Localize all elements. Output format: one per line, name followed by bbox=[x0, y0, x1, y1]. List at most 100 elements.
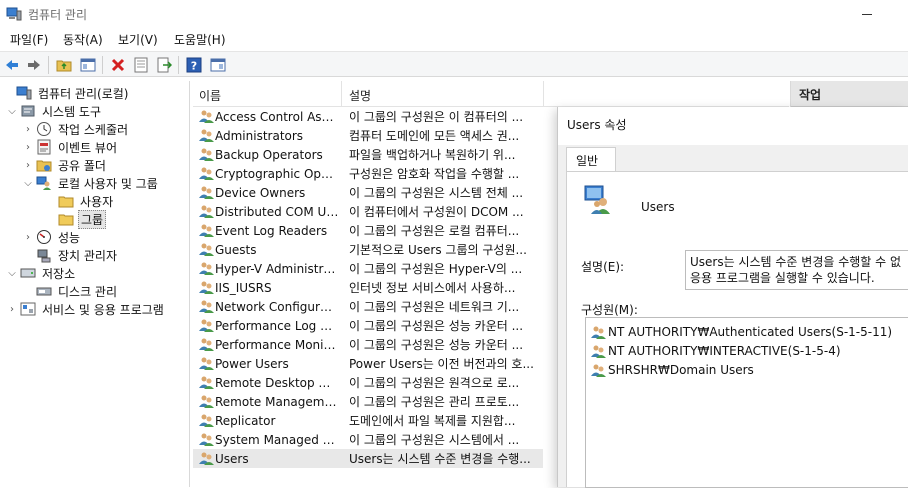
up-folder-icon[interactable] bbox=[54, 55, 74, 75]
chevron-right-icon[interactable]: › bbox=[22, 160, 34, 171]
member-item[interactable]: NT AUTHORITY₩INTERACTIVE(S-1-5-4) bbox=[590, 342, 841, 360]
column-divider[interactable] bbox=[341, 81, 342, 107]
group-description-cell: 이 그룹의 구성원은 원격으로 로... bbox=[349, 376, 520, 390]
table-row[interactable]: IIS_IUSRS 인터넷 정보 서비스에서 사용하... bbox=[193, 278, 543, 297]
user-group-icon bbox=[198, 336, 214, 352]
table-row[interactable]: Remote Management... 이 그룹의 구성원은 관리 프로토... bbox=[193, 392, 543, 411]
export-icon[interactable] bbox=[154, 55, 174, 75]
menu-view[interactable]: 보기(V) bbox=[116, 31, 160, 48]
tree-item-task-scheduler[interactable]: › 작업 스케줄러 bbox=[22, 120, 130, 138]
chevron-right-icon[interactable]: › bbox=[22, 232, 34, 243]
table-row[interactable]: System Managed Acc... 이 그룹의 구성원은 시스템에서 ..… bbox=[193, 430, 543, 449]
toolbar: ? bbox=[0, 51, 908, 77]
menu-help[interactable]: 도움말(H) bbox=[172, 31, 228, 48]
table-row[interactable]: Event Log Readers 이 그룹의 구성원은 로컬 컴퓨터... bbox=[193, 221, 543, 240]
members-list[interactable]: NT AUTHORITY₩Authenticated Users(S-1-5-1… bbox=[585, 317, 908, 488]
group-name-cell: Administrators bbox=[215, 128, 304, 143]
tree-item-services-apps[interactable]: › 서비스 및 응용 프로그램 bbox=[6, 300, 166, 318]
table-row[interactable]: Cryptographic Operat... 구성원은 암호화 작업을 수행할 … bbox=[193, 164, 543, 183]
group-description-cell: 이 그룹의 구성원은 로컬 컴퓨터... bbox=[349, 224, 520, 238]
group-name-cell: Guests bbox=[215, 242, 257, 257]
description-field[interactable]: Users는 시스템 수준 변경을 수행할 수 없 응용 프로그램을 실행할 수… bbox=[685, 250, 908, 290]
user-group-icon bbox=[198, 355, 214, 371]
group-description-cell: 이 그룹의 구성원은 네트워크 기... bbox=[349, 300, 520, 314]
tree-item-label: 작업 스케줄러 bbox=[58, 122, 129, 137]
action-pane-icon[interactable] bbox=[208, 55, 228, 75]
chevron-down-icon[interactable]: ⌵ bbox=[22, 178, 34, 189]
table-row[interactable]: Remote Desktop Users 이 그룹의 구성원은 원격으로 로... bbox=[193, 373, 543, 392]
tree-item-groups[interactable]: 그룹 bbox=[58, 209, 107, 229]
window-title: 컴퓨터 관리 bbox=[28, 8, 88, 22]
chevron-right-icon[interactable]: › bbox=[6, 304, 18, 315]
tree-item-event-viewer[interactable]: › 이벤트 뷰어 bbox=[22, 138, 119, 156]
table-row[interactable]: Performance Monitor... 이 그룹의 구성원은 성능 카운터 … bbox=[193, 335, 543, 354]
chevron-down-icon[interactable]: ⌵ bbox=[6, 106, 18, 117]
table-row[interactable]: Replicator 도메인에서 파일 복제를 지원합... bbox=[193, 411, 543, 430]
member-item[interactable]: NT AUTHORITY₩Authenticated Users(S-1-5-1… bbox=[590, 323, 892, 341]
user-group-icon bbox=[590, 343, 606, 359]
group-description-cell: Users는 시스템 수준 변경을 수행... bbox=[349, 452, 531, 466]
menu-bar: 파일(F) 동작(A) 보기(V) 도움말(H) bbox=[0, 28, 908, 50]
group-description-cell: Power Users는 이전 버전과의 호... bbox=[349, 357, 534, 371]
tree-item-users[interactable]: 사용자 bbox=[58, 192, 115, 210]
forward-arrow-icon[interactable] bbox=[24, 55, 44, 75]
delete-icon[interactable] bbox=[108, 55, 128, 75]
table-row[interactable]: Users Users는 시스템 수준 변경을 수행... bbox=[193, 449, 543, 468]
table-row[interactable]: Backup Operators 파일을 백업하거나 복원하기 위... bbox=[193, 145, 543, 164]
group-description-cell: 이 그룹의 구성원은 관리 프로토... bbox=[349, 395, 520, 409]
properties-icon[interactable] bbox=[131, 55, 151, 75]
table-row[interactable]: Device Owners 이 그룹의 구성원은 시스템 전체 ... bbox=[193, 183, 543, 202]
users-properties-dialog: Users 속성 일반 Users 설명(E): Users는 시스템 수준 변… bbox=[557, 107, 908, 488]
user-group-icon bbox=[198, 127, 214, 143]
group-description-cell: 파일을 백업하거나 복원하기 위... bbox=[349, 148, 516, 162]
chevron-right-icon[interactable]: › bbox=[22, 142, 34, 153]
group-description-cell: 컴퓨터 도메인에 모든 액세스 권... bbox=[349, 129, 520, 143]
table-row[interactable]: Hyper-V Administrat... 이 그룹의 구성원은 Hyper-V… bbox=[193, 259, 543, 278]
disk-management-icon bbox=[36, 283, 52, 299]
performance-icon bbox=[36, 229, 52, 245]
show-hide-tree-icon[interactable] bbox=[78, 55, 98, 75]
user-group-icon bbox=[198, 260, 214, 276]
group-name-cell: Cryptographic Operat... bbox=[215, 166, 339, 181]
tree-item-label: 시스템 도구 bbox=[42, 104, 102, 119]
tree-item-local-users-groups[interactable]: ⌵ 로컬 사용자 및 그룹 bbox=[22, 174, 160, 192]
column-divider[interactable] bbox=[543, 81, 544, 107]
tree-item-performance[interactable]: › 성능 bbox=[22, 228, 82, 246]
group-description-cell: 이 그룹의 구성원은 Hyper-V의 ... bbox=[349, 262, 523, 276]
back-arrow-icon[interactable] bbox=[2, 55, 22, 75]
table-row[interactable]: Administrators 컴퓨터 도메인에 모든 액세스 권... bbox=[193, 126, 543, 145]
member-name: NT AUTHORITY₩Authenticated Users(S-1-5-1… bbox=[608, 325, 893, 339]
toolbar-separator bbox=[48, 56, 49, 74]
member-item[interactable]: SHRSHR₩Domain Users bbox=[590, 361, 754, 379]
table-row[interactable]: Distributed COM Users 이 컴퓨터에서 구성원이 DCOM .… bbox=[193, 202, 543, 221]
folder-icon bbox=[58, 193, 74, 209]
tree-item-disk-management[interactable]: 디스크 관리 bbox=[22, 282, 119, 300]
column-header-description[interactable]: 설명 bbox=[349, 87, 371, 104]
menu-file[interactable]: 파일(F) bbox=[8, 31, 50, 48]
table-row[interactable]: Guests 기본적으로 Users 그룹의 구성원... bbox=[193, 240, 543, 259]
table-row[interactable]: Access Control Assist... 이 그룹의 구성원은 이 컴퓨터… bbox=[193, 107, 543, 126]
user-group-icon bbox=[198, 222, 214, 238]
computer-management-icon bbox=[16, 85, 32, 101]
tree-item-computer-management[interactable]: 컴퓨터 관리(로컬) bbox=[2, 84, 130, 102]
group-description-cell: 도메인에서 파일 복제를 지원합... bbox=[349, 414, 516, 428]
chevron-right-icon[interactable]: › bbox=[22, 124, 34, 135]
tree-item-shared-folders[interactable]: › 공유 폴더 bbox=[22, 156, 108, 174]
menu-action[interactable]: 동작(A) bbox=[61, 31, 105, 48]
user-group-icon bbox=[198, 184, 214, 200]
group-description-cell: 이 그룹의 구성원은 이 컴퓨터의 ... bbox=[349, 110, 524, 124]
tree-item-device-manager[interactable]: 장치 관리자 bbox=[22, 246, 119, 264]
task-scheduler-icon bbox=[36, 121, 52, 137]
column-header-name[interactable]: 이름 bbox=[199, 87, 221, 104]
tree-item-system-tools[interactable]: ⌵ 시스템 도구 bbox=[6, 102, 103, 120]
tab-general[interactable]: 일반 bbox=[566, 147, 616, 171]
group-name: Users bbox=[641, 200, 675, 214]
table-row[interactable]: Network Configuratio... 이 그룹의 구성원은 네트워크 기… bbox=[193, 297, 543, 316]
tree-item-storage[interactable]: ⌵ 저장소 bbox=[6, 264, 77, 282]
chevron-down-icon[interactable]: ⌵ bbox=[6, 268, 18, 279]
minimize-button[interactable] bbox=[862, 8, 902, 22]
table-row[interactable]: Performance Log Users 이 그룹의 구성원은 성능 카운터 .… bbox=[193, 316, 543, 335]
group-name-cell: Remote Desktop Users bbox=[215, 375, 339, 390]
help-icon[interactable]: ? bbox=[184, 55, 204, 75]
table-row[interactable]: Power Users Power Users는 이전 버전과의 호... bbox=[193, 354, 543, 373]
